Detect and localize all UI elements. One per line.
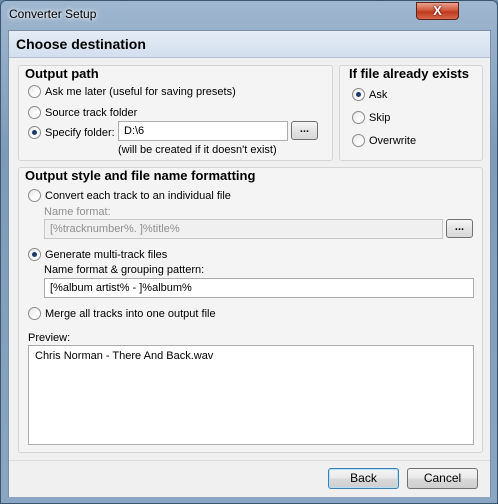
output-style-title: Output style and file name formatting [25,168,256,183]
preview-text: Chris Norman - There And Back.wav [35,350,214,362]
window-title: Converter Setup [9,7,97,21]
page-title: Choose destination [16,36,146,52]
if-exists-group: If file already exists Ask Skip Overwrit… [339,65,483,161]
if-exists-title: If file already exists [349,66,469,81]
cancel-button[interactable]: Cancel [407,468,478,489]
radio-individual-files-label: Convert each track to an individual file [45,189,231,202]
radio-overwrite-dot[interactable] [352,134,365,147]
back-button[interactable]: Back [328,468,399,489]
preview-box: Chris Norman - There And Back.wav [28,345,474,445]
output-path-group: Output path Ask me later (useful for sav… [18,65,333,161]
close-button[interactable]: X [416,2,459,20]
radio-ask-label: Ask [369,88,388,101]
output-path-title: Output path [25,66,99,81]
radio-source-folder[interactable]: Source track folder [28,106,137,119]
radio-specify-folder-dot[interactable] [28,126,41,139]
dialog-client-area: Choose destination Output path Ask me la… [8,30,491,497]
radio-ask-later[interactable]: Ask me later (useful for saving presets) [28,85,236,98]
output-style-group: Output style and file name formatting Co… [18,167,483,453]
radio-overwrite[interactable]: Overwrite [352,134,416,147]
browse-folder-button[interactable]: ... [291,121,318,140]
radio-individual-files[interactable]: Convert each track to an individual file [28,189,231,202]
folder-note: (will be created if it doesn't exist) [118,144,277,156]
radio-multitrack[interactable]: Generate multi-track files [28,248,167,261]
radio-individual-files-dot[interactable] [28,189,41,202]
radio-multitrack-dot[interactable] [28,248,41,261]
radio-source-folder-label: Source track folder [45,106,138,119]
dialog-footer: Back Cancel [9,460,490,497]
radio-specify-folder[interactable]: Specify folder: [28,126,115,139]
radio-merge-label: Merge all tracks into one output file [45,307,216,320]
name-format-input[interactable]: [%tracknumber%. ]%title% [44,219,443,239]
converter-setup-window: Converter Setup X Choose destination Out… [0,0,498,504]
name-format-label: Name format: [44,206,111,218]
name-format-browse-button[interactable]: ... [446,219,473,238]
radio-specify-folder-label: Specify folder: [45,126,115,139]
radio-ask-dot[interactable] [352,88,365,101]
folder-input[interactable]: D:\6 [118,121,288,141]
radio-ask[interactable]: Ask [352,88,387,101]
title-bar[interactable]: Converter Setup X [1,1,497,29]
radio-skip-dot[interactable] [352,111,365,124]
radio-merge-dot[interactable] [28,307,41,320]
preview-label: Preview: [28,332,71,344]
radio-ask-later-label: Ask me later (useful for saving presets) [45,85,236,98]
close-icon: X [433,3,442,18]
header-band: Choose destination [9,31,490,58]
radio-overwrite-label: Overwrite [369,134,417,147]
radio-skip[interactable]: Skip [352,111,390,124]
radio-ask-later-dot[interactable] [28,85,41,98]
radio-skip-label: Skip [369,111,391,124]
grouping-pattern-label: Name format & grouping pattern: [44,264,205,276]
grouping-pattern-input[interactable]: [%album artist% - ]%album% [44,278,474,298]
radio-source-folder-dot[interactable] [28,106,41,119]
radio-multitrack-label: Generate multi-track files [45,248,168,261]
radio-merge[interactable]: Merge all tracks into one output file [28,307,216,320]
